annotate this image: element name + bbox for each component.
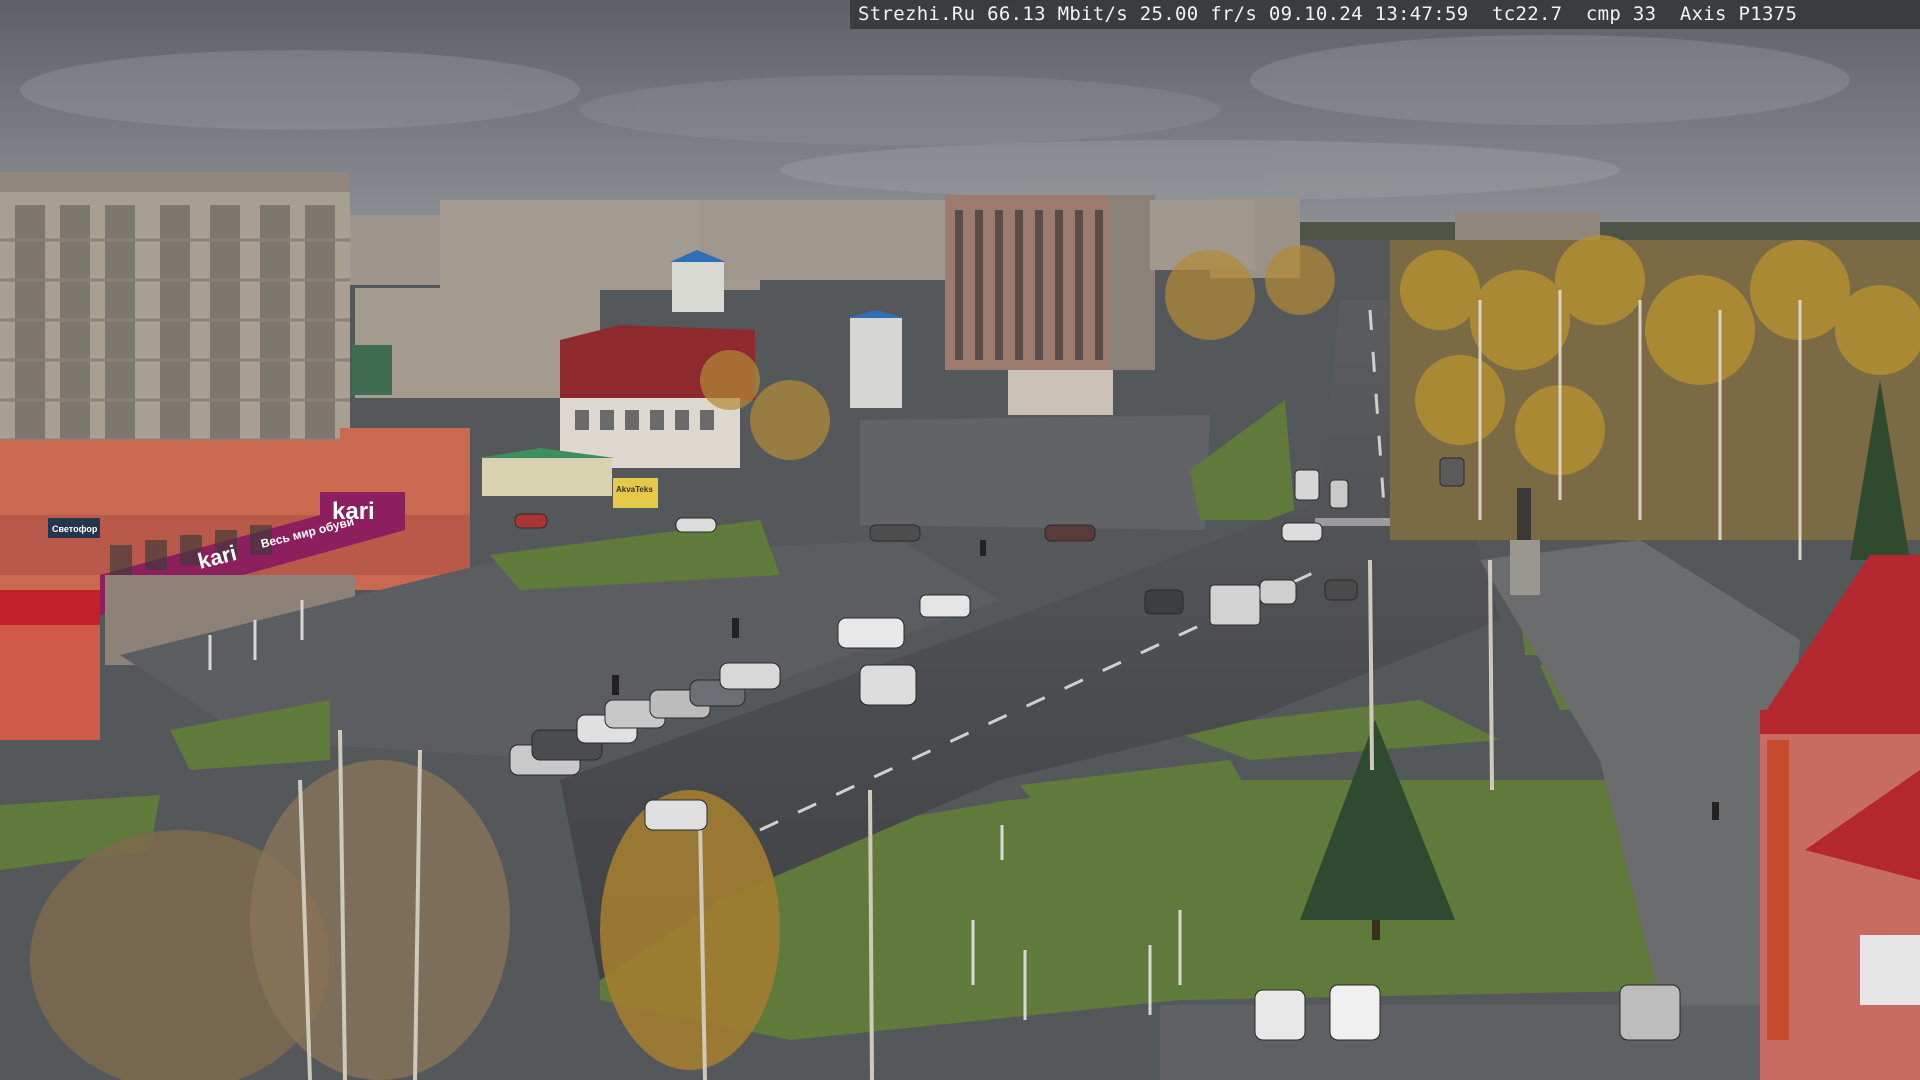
framerate-readout: 25.00 fr/s — [1139, 3, 1258, 25]
bitrate-readout: 66.13 Mbit/s — [987, 3, 1129, 25]
webcam-frame: kari kari Весь мир обуви Светофор AkvaTe… — [0, 0, 1920, 1080]
shop-sign: Светофор — [48, 518, 100, 538]
shop-sign-text: Светофор — [52, 524, 98, 534]
date-readout: 09.10.24 — [1268, 3, 1363, 25]
central-square — [860, 415, 1210, 530]
site-name: Strezhi.Ru — [858, 3, 976, 25]
yellow-billboard: AkvaTeks — [613, 478, 658, 508]
cmp-readout: cmp 33 — [1585, 3, 1657, 25]
city-street-scene: kari kari Весь мир обуви Светофор AkvaTe… — [0, 0, 1920, 1080]
device-model: Axis P1375 — [1679, 3, 1798, 25]
right-birch-forest — [1390, 235, 1920, 560]
camera-info-overlay: Strezhi.Ru 66.13 Mbit/s 25.00 fr/s 09.10… — [850, 0, 1920, 29]
tc-readout: tc22.7 — [1491, 3, 1563, 25]
time-readout: 13:47:59 — [1374, 3, 1469, 25]
billboard-text: AkvaTeks — [616, 485, 653, 494]
